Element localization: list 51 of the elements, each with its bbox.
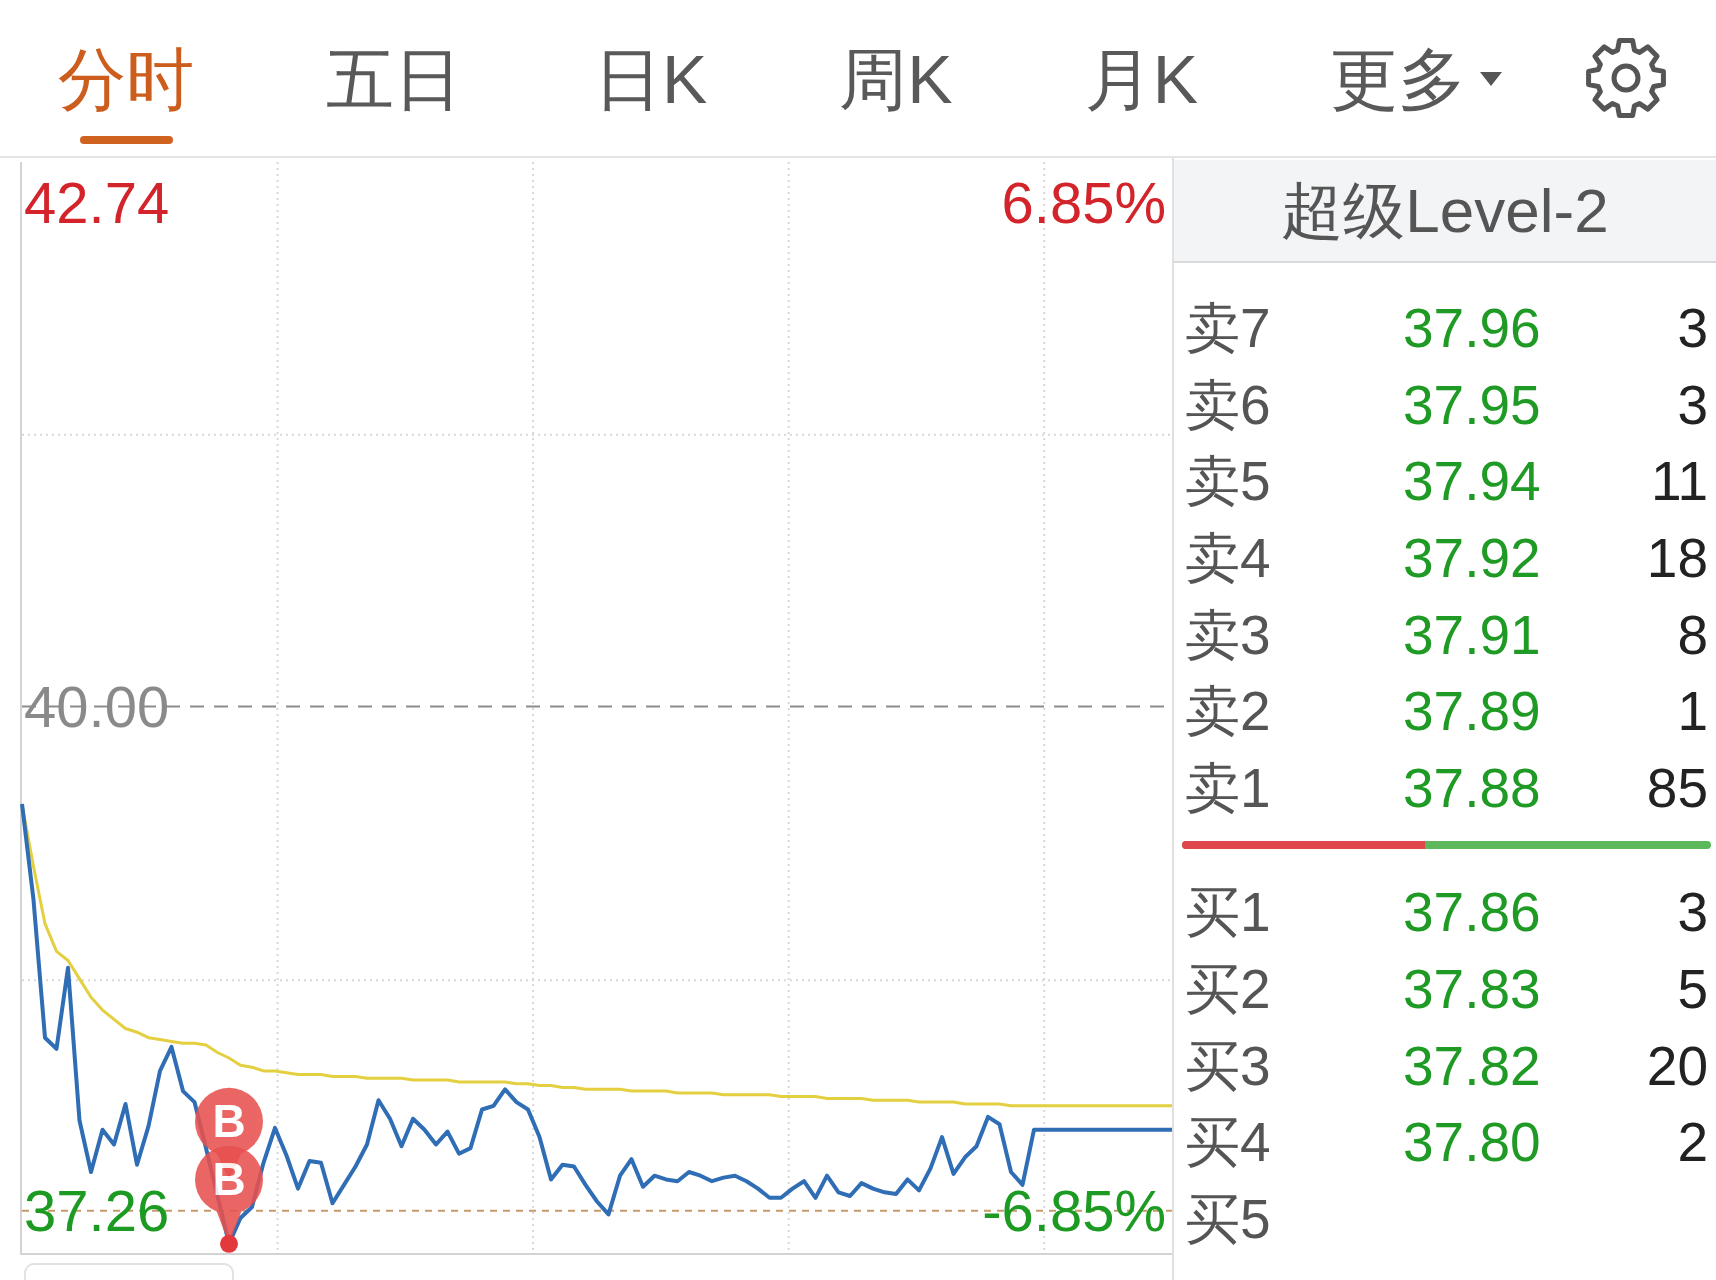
order-level-label: 卖5 [1185,449,1272,514]
order-price: 37.92 [1403,526,1542,591]
settings-icon[interactable] [1584,36,1668,120]
tab[interactable]: 更多 [1330,0,1503,156]
order-level-label: 卖4 [1185,526,1272,591]
order-volume: 18 [1646,526,1708,591]
order-volume: 1 [1677,679,1708,744]
order-level-label: 买1 [1185,880,1272,945]
order-price: 37.95 [1403,372,1542,437]
order-level-label: 买5 [1185,1186,1272,1251]
order-price: 37.94 [1403,449,1542,514]
percent-axis-label: 6.85% [1001,172,1166,233]
order-price: 37.96 [1403,296,1542,361]
order-level-label: 卖3 [1185,602,1272,667]
trade-point-icon [220,1234,238,1253]
order-level-label: 卖6 [1185,372,1272,437]
price-axis-label: 37.26 [24,1180,170,1241]
order-volume: 3 [1677,296,1708,361]
annotation: B [212,1094,246,1147]
order-volume: 3 [1677,372,1708,437]
tab[interactable]: 分时 [58,0,194,156]
tab[interactable]: 月K [1084,0,1199,156]
tab[interactable]: 五日 [326,0,462,156]
order-price: 37.91 [1403,602,1542,667]
order-level-label: 卖7 [1185,296,1272,361]
order-volume: 20 [1646,1033,1708,1098]
order-level-label: 买3 [1185,1033,1272,1098]
tab[interactable]: 周K [839,0,953,156]
order-price: 37.89 [1403,679,1542,744]
percent-axis-label: -6.85% [982,1180,1166,1241]
order-volume: 11 [1650,449,1708,514]
order-price: 37.83 [1403,957,1542,1022]
order-price: 37.80 [1403,1110,1542,1175]
order-volume: 3 [1677,880,1708,945]
order-price: 37.82 [1403,1033,1542,1098]
tab[interactable]: 日K [594,0,708,156]
order-price: 37.88 [1403,755,1542,820]
order-volume: 2 [1677,1110,1708,1175]
order-level-label: 买2 [1185,957,1272,1022]
price-axis-label: 40.00 [24,676,170,737]
price-axis-label: 42.74 [24,172,170,233]
order-price: 37.86 [1403,880,1542,945]
order-level-label: 卖2 [1185,679,1272,744]
caret-icon [1480,72,1503,86]
panel-title: 超级Level-2 [1281,175,1609,246]
order-volume: 8 [1677,602,1708,667]
order-volume: 85 [1646,755,1708,820]
order-volume: 5 [1677,957,1708,1022]
order-level-label: 买4 [1185,1110,1272,1175]
annotation: B [212,1152,246,1205]
order-level-label: 卖1 [1185,755,1272,820]
